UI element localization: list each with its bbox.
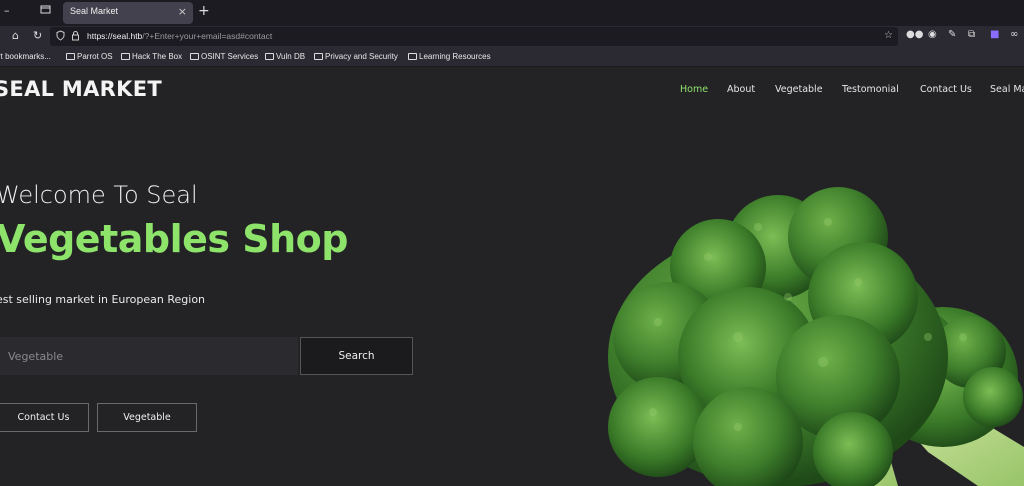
- bookmark-parrot-os[interactable]: Parrot OS: [66, 52, 113, 61]
- home-icon[interactable]: ⌂: [12, 29, 19, 42]
- menu-seal-market[interactable]: Seal Ma: [990, 84, 1024, 95]
- bookmarks-bar: rt bookmarks... Parrot OS Hack The Box O…: [0, 47, 1024, 67]
- bookmark-star-icon[interactable]: ☆: [884, 30, 893, 41]
- bookmark-item[interactable]: rt bookmarks...: [0, 52, 51, 61]
- page-content: SEAL MARKET Home About Vegetable Testomo…: [0, 67, 1024, 486]
- menu-testimonial[interactable]: Testomonial: [842, 84, 899, 95]
- new-tab-icon[interactable]: +: [198, 3, 210, 19]
- folder-icon: [265, 53, 274, 60]
- bookmark-learning[interactable]: Learning Resources: [408, 52, 491, 61]
- contact-us-button[interactable]: Contact Us: [0, 403, 89, 432]
- browser-tab[interactable]: Seal Market ×: [63, 2, 193, 24]
- vegetable-button[interactable]: Vegetable: [97, 403, 197, 432]
- search-input[interactable]: [0, 337, 298, 375]
- menu-home[interactable]: Home: [680, 84, 708, 95]
- folder-icon: [314, 53, 323, 60]
- bookmark-vuln-db[interactable]: Vuln DB: [265, 52, 305, 61]
- folder-icon: [121, 53, 130, 60]
- folder-icon: [408, 53, 417, 60]
- hero-tagline: est selling market in European Region: [0, 293, 206, 306]
- folder-icon: [66, 53, 75, 60]
- close-tab-icon[interactable]: ×: [178, 5, 187, 18]
- folder-icon: [190, 53, 199, 60]
- extension-badge-icon[interactable]: ■: [990, 29, 999, 40]
- browser-tab-bar: – Seal Market × +: [0, 0, 1024, 26]
- glasses-icon[interactable]: ∞: [1010, 29, 1018, 40]
- wrench-icon[interactable]: ✎: [948, 29, 956, 40]
- menu-contact-us[interactable]: Contact Us: [920, 84, 972, 95]
- shield-icon[interactable]: [56, 30, 65, 44]
- welcome-heading: Welcome To Seal: [0, 181, 198, 209]
- broccoli-image: [608, 187, 1024, 486]
- tab-title: Seal Market: [70, 6, 119, 16]
- menu-about[interactable]: About: [727, 84, 755, 95]
- bookmark-privacy[interactable]: Privacy and Security: [314, 52, 398, 61]
- hero-headline: Vegetables Shop: [0, 217, 348, 261]
- minimize-icon[interactable]: –: [4, 4, 10, 17]
- mask-icon[interactable]: ●●: [906, 29, 923, 40]
- bookmark-osint[interactable]: OSINT Services: [190, 52, 258, 61]
- lock-icon[interactable]: [71, 30, 80, 44]
- search-button[interactable]: Search: [300, 337, 413, 375]
- url-text[interactable]: https://seal.htb/?+Enter+your+email=asd#…: [87, 31, 272, 41]
- bookmark-hack-the-box[interactable]: Hack The Box: [121, 52, 182, 61]
- account-icon[interactable]: ◉: [928, 29, 937, 40]
- reload-icon[interactable]: ↻: [33, 29, 42, 42]
- extensions-icon[interactable]: ⧉: [968, 29, 975, 40]
- browser-nav-bar: ⌂ ↻ https://seal.htb/?+Enter+your+email=…: [0, 26, 1024, 47]
- url-bar[interactable]: https://seal.htb/?+Enter+your+email=asd#…: [50, 27, 898, 46]
- menu-vegetable[interactable]: Vegetable: [775, 84, 823, 95]
- site-logo[interactable]: SEAL MARKET: [0, 77, 162, 101]
- tab-list-icon[interactable]: [40, 4, 56, 20]
